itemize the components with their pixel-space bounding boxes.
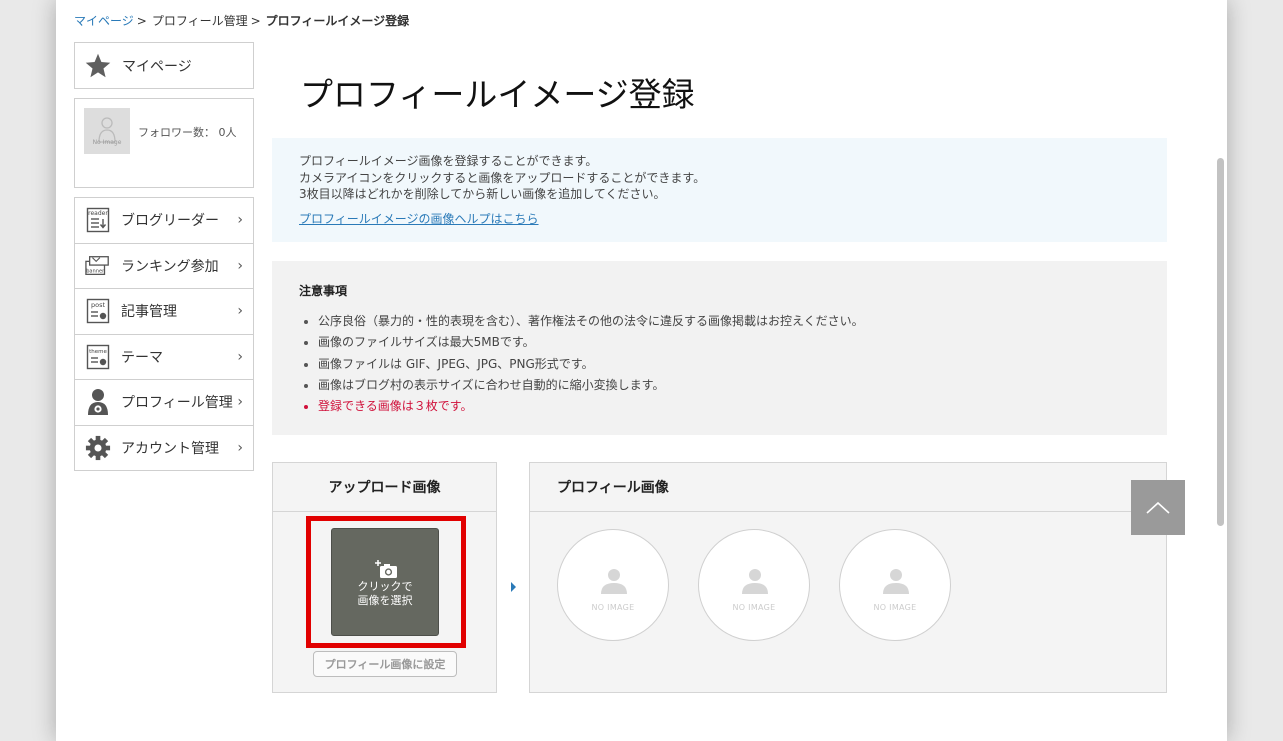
svg-text:banner: banner bbox=[86, 268, 105, 274]
svg-text:theme: theme bbox=[89, 349, 107, 355]
sidebar-profile-card: No Image フォロワー数： 0人 bbox=[74, 98, 254, 188]
breadcrumb-current: プロフィールイメージ登録 bbox=[265, 14, 410, 28]
notice-title: 注意事項 bbox=[299, 284, 348, 298]
sidebar-mypage[interactable]: マイページ bbox=[74, 42, 254, 89]
notice-list: 公序良俗（暴力的・性的表現を含む）、著作権法その他の法令に違反する画像掲載はお控… bbox=[299, 311, 1140, 417]
user-placeholder-icon bbox=[601, 569, 627, 594]
chevron-right-icon: › bbox=[237, 439, 243, 456]
back-to-top-button[interactable] bbox=[1131, 480, 1185, 535]
sidebar-item-account-management[interactable]: アカウント管理 › bbox=[75, 426, 253, 471]
chevron-right-icon: › bbox=[237, 348, 243, 365]
no-image-text: NO IMAGE bbox=[732, 603, 776, 612]
camera-add-icon bbox=[375, 560, 397, 578]
sidebar-item-label: テーマ bbox=[121, 349, 163, 366]
chevron-right-icon: › bbox=[237, 257, 243, 274]
profile-image-slot-1[interactable]: NO IMAGE bbox=[557, 529, 669, 641]
sidebar-menu: reader ブログリーダー › banner ランキング参加 › post 記… bbox=[74, 197, 254, 471]
notice-box: 注意事項 公序良俗（暴力的・性的表現を含む）、著作権法その他の法令に違反する画像… bbox=[272, 261, 1167, 435]
arrow-right-icon bbox=[511, 582, 516, 592]
profile-image-slot-2[interactable]: NO IMAGE bbox=[698, 529, 810, 641]
svg-text:post: post bbox=[91, 301, 105, 309]
reader-icon: reader bbox=[85, 207, 111, 233]
chevron-right-icon: › bbox=[237, 394, 243, 411]
page-title: プロフィールイメージ登録 bbox=[300, 75, 695, 114]
upload-button-text: クリックで 画像を選択 bbox=[332, 580, 438, 608]
notice-item: 画像はブログ村の表示サイズに合わせ自動的に縮小変換します。 bbox=[299, 375, 1140, 396]
info-text-line: 3枚目以降はどれかを削除してから新しい画像を追加してください。 bbox=[299, 187, 666, 201]
notice-item: 画像のファイルサイズは最大5MBです。 bbox=[299, 332, 1140, 353]
profile-images-heading: プロフィール画像 bbox=[530, 463, 1166, 512]
theme-icon: theme bbox=[85, 344, 111, 370]
upload-panel: アップロード画像 クリックで 画像を選択 プロフィール画像に設定 bbox=[272, 462, 497, 693]
breadcrumb-separator: > bbox=[250, 14, 261, 28]
notice-item: 公序良俗（暴力的・性的表現を含む）、著作権法その他の法令に違反する画像掲載はお控… bbox=[299, 311, 1140, 332]
svg-text:reader: reader bbox=[88, 210, 108, 217]
sidebar-item-blog-reader[interactable]: reader ブログリーダー › bbox=[75, 198, 253, 244]
post-icon: post bbox=[85, 298, 111, 324]
profile-gear-icon bbox=[85, 389, 111, 416]
chevron-up-icon bbox=[1146, 501, 1170, 514]
notice-item: 画像ファイルは GIF、JPEG、JPG、PNG形式です。 bbox=[299, 354, 1140, 375]
avatar-no-image-text: No Image bbox=[92, 139, 122, 146]
vertical-scrollbar[interactable] bbox=[1215, 0, 1227, 741]
sidebar-item-label: ランキング参加 bbox=[121, 258, 219, 275]
sidebar-item-theme[interactable]: theme テーマ › bbox=[75, 335, 253, 380]
upload-button-line: 画像を選択 bbox=[357, 594, 413, 607]
upload-image-button[interactable]: クリックで 画像を選択 bbox=[331, 528, 439, 636]
image-help-link[interactable]: プロフィールイメージの画像ヘルプはこちら bbox=[299, 211, 1140, 228]
info-text-line: カメラアイコンをクリックすると画像をアップロードすることができます。 bbox=[299, 170, 706, 185]
breadcrumb-mypage-link[interactable]: マイページ bbox=[74, 14, 134, 28]
profile-images-panel: プロフィール画像 NO IMAGE NO IMAGE NO IMAGE bbox=[529, 462, 1167, 693]
no-image-text: NO IMAGE bbox=[591, 603, 635, 612]
info-box: プロフィールイメージ画像を登録することができます。 カメラアイコンをクリックする… bbox=[272, 138, 1167, 242]
sidebar-item-profile-management[interactable]: プロフィール管理 › bbox=[75, 380, 253, 426]
scrollbar-thumb[interactable] bbox=[1217, 158, 1224, 526]
user-placeholder-icon bbox=[742, 569, 768, 594]
set-profile-image-button[interactable]: プロフィール画像に設定 bbox=[313, 651, 457, 677]
breadcrumb-profile[interactable]: プロフィール管理 bbox=[152, 14, 248, 28]
gear-icon bbox=[85, 435, 111, 461]
sidebar-item-post-management[interactable]: post 記事管理 › bbox=[75, 289, 253, 335]
notice-warning-item: 登録できる画像は３枚です。 bbox=[299, 396, 1140, 417]
no-image-text: NO IMAGE bbox=[873, 603, 917, 612]
upload-panel-heading: アップロード画像 bbox=[273, 463, 496, 512]
sidebar-item-label: プロフィール管理 bbox=[121, 395, 233, 412]
chevron-right-icon: › bbox=[237, 212, 243, 229]
user-placeholder-icon bbox=[98, 117, 116, 143]
chevron-right-icon: › bbox=[237, 303, 243, 320]
breadcrumb-separator: > bbox=[136, 14, 147, 28]
sidebar-mypage-label: マイページ bbox=[122, 58, 192, 75]
breadcrumb: マイページ > プロフィール管理 > プロフィールイメージ登録 bbox=[74, 12, 409, 29]
banner-icon: banner bbox=[85, 253, 111, 279]
sidebar-item-label: アカウント管理 bbox=[121, 440, 219, 457]
avatar[interactable]: No Image bbox=[84, 108, 130, 154]
profile-image-slot-3[interactable]: NO IMAGE bbox=[839, 529, 951, 641]
user-placeholder-icon bbox=[883, 569, 909, 594]
sidebar-item-label: 記事管理 bbox=[121, 304, 177, 321]
scrollbar[interactable] bbox=[1271, 0, 1283, 741]
star-icon bbox=[85, 53, 111, 77]
sidebar-item-label: ブログリーダー bbox=[121, 213, 219, 230]
sidebar-item-ranking[interactable]: banner ランキング参加 › bbox=[75, 244, 253, 289]
follower-count: フォロワー数： 0人 bbox=[138, 126, 237, 139]
info-text-line: プロフィールイメージ画像を登録することができます。 bbox=[299, 154, 598, 168]
upload-button-line: クリックで bbox=[357, 580, 413, 593]
